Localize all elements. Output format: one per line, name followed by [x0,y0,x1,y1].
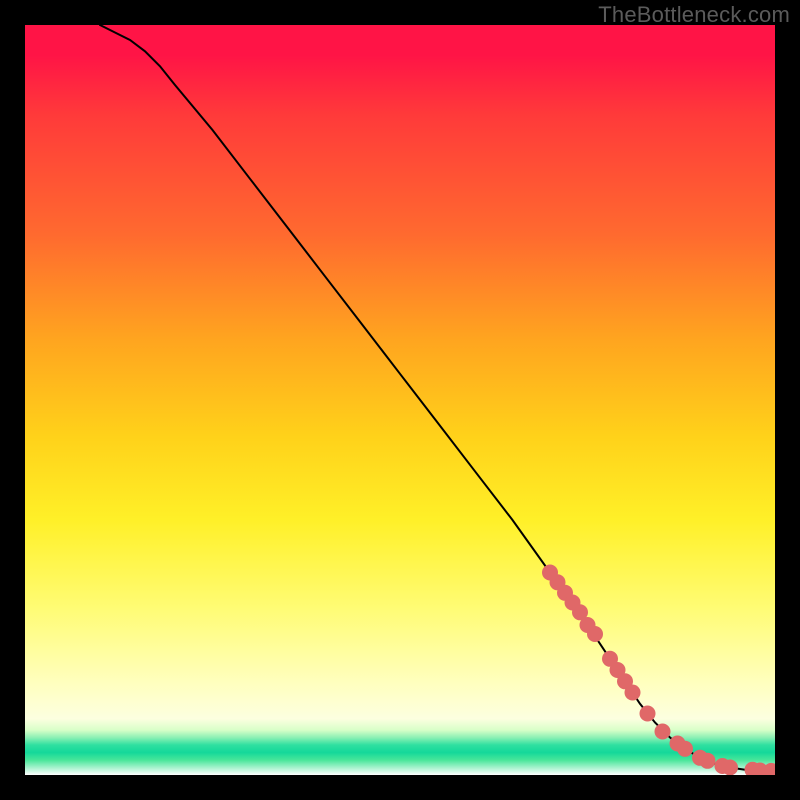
plot-area [25,25,775,775]
marker-dot [700,753,716,769]
marker-dot [677,741,693,757]
chart-svg [25,25,775,775]
marker-dot [722,760,738,776]
marker-dot [587,626,603,642]
marker-dot [625,685,641,701]
curve-line [100,25,775,771]
marker-dot [640,706,656,722]
chart-stage: TheBottleneck.com [0,0,800,800]
marker-dots [542,565,775,776]
curve-path [100,25,775,771]
marker-dot [655,724,671,740]
